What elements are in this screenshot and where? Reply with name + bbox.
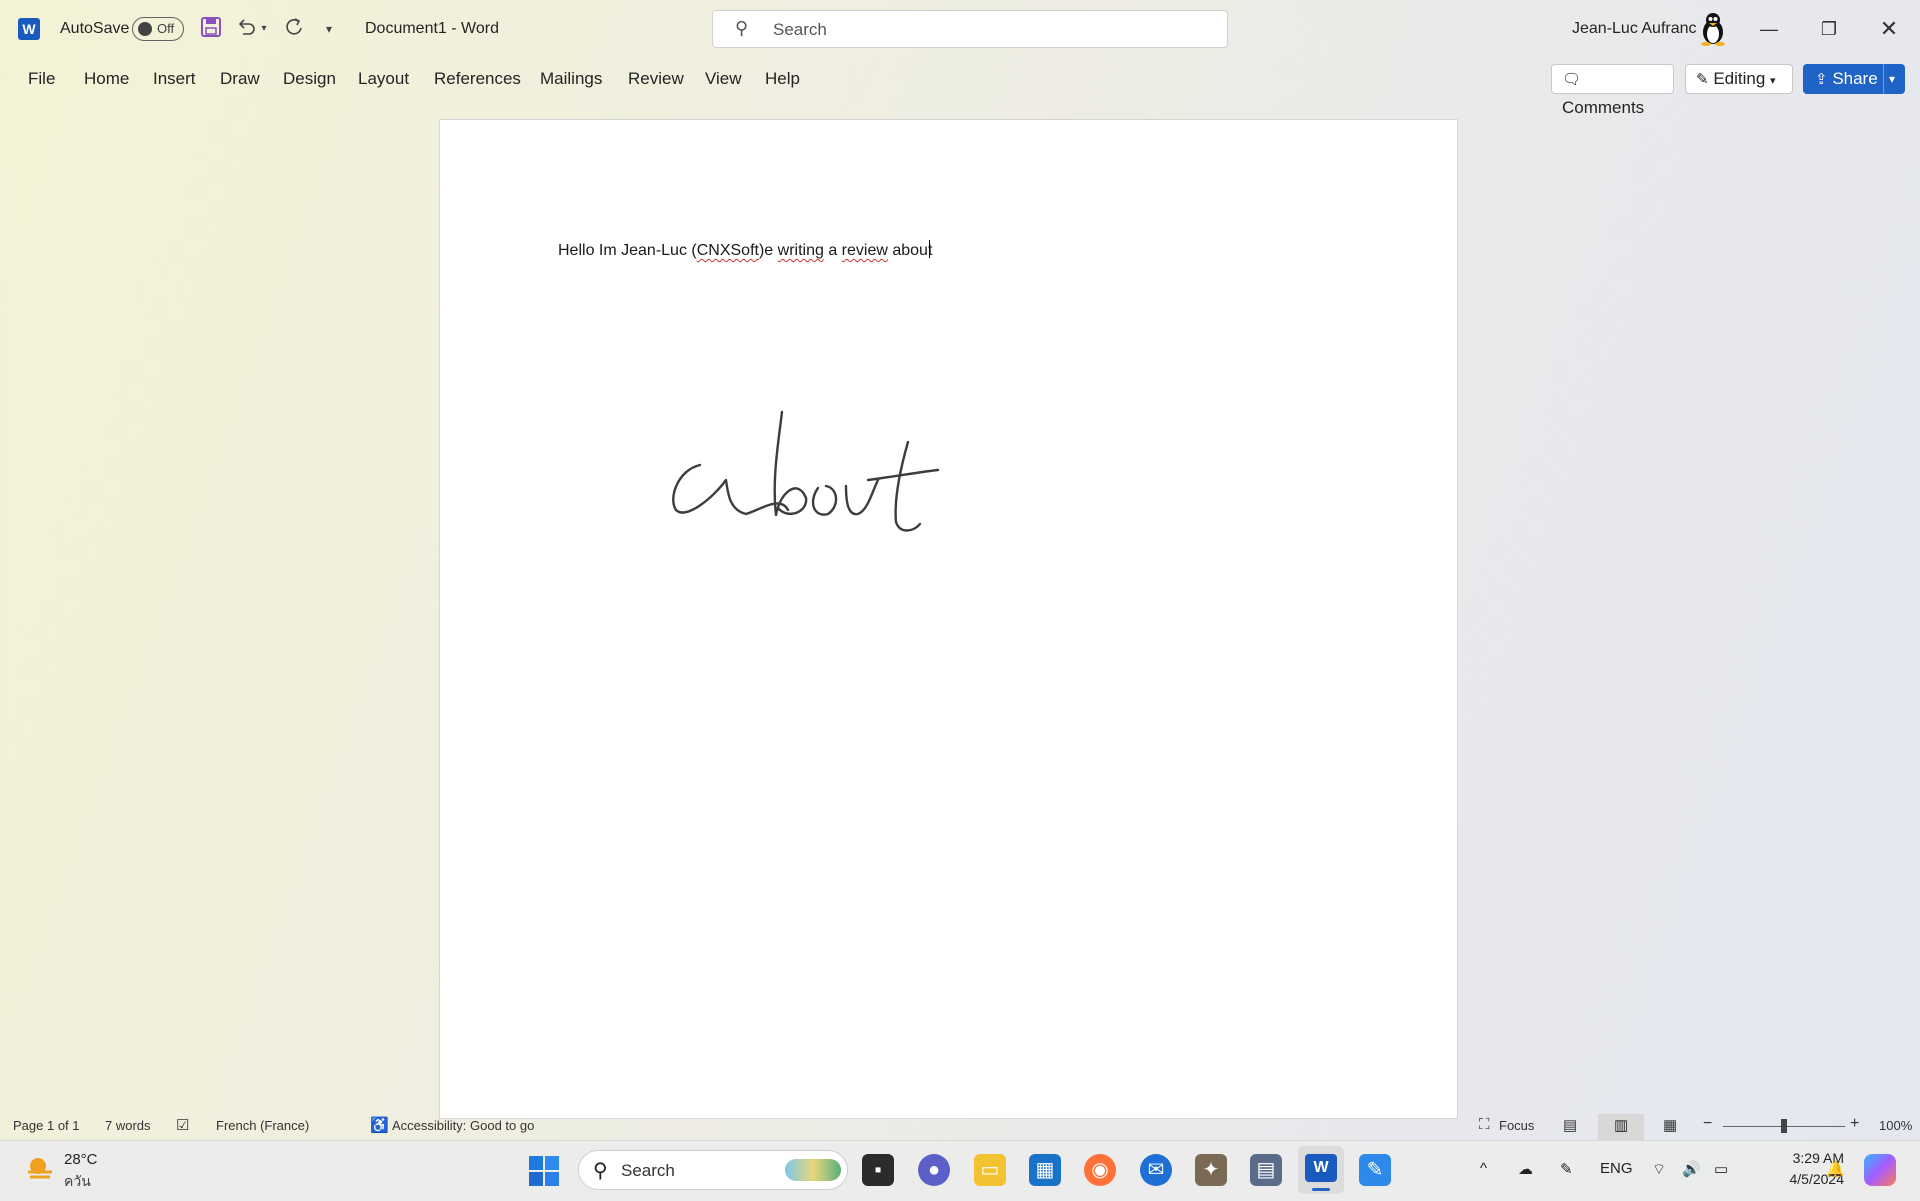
notifications-icon[interactable]: 🔔	[1826, 1160, 1845, 1178]
editing-mode-button[interactable]: ✎ Editing ▾	[1685, 64, 1793, 94]
autosave-state: Off	[157, 21, 175, 36]
share-icon: ⇪	[1815, 71, 1828, 88]
weather-temp[interactable]: 28°C	[64, 1151, 98, 1168]
zoom-in-icon[interactable]: +	[1850, 1115, 1859, 1133]
teams-chat-icon[interactable]: ●	[918, 1154, 950, 1186]
onedrive-icon[interactable]: ☁	[1518, 1160, 1533, 1178]
comment-icon: 🗨	[1562, 71, 1582, 88]
customize-qat-icon[interactable]: ▾	[316, 16, 342, 42]
tab-review[interactable]: Review	[628, 69, 684, 89]
avatar[interactable]	[1697, 12, 1729, 46]
page-count[interactable]: Page 1 of 1	[13, 1118, 80, 1133]
comments-label: Comments	[1562, 98, 1645, 117]
search-placeholder: Search	[773, 20, 827, 39]
text-segment: about	[887, 242, 933, 259]
firefox-icon[interactable]: ◉	[1084, 1154, 1116, 1186]
tab-draw[interactable]: Draw	[220, 69, 260, 89]
copilot-icon[interactable]	[1864, 1154, 1896, 1186]
language-status[interactable]: French (France)	[216, 1118, 309, 1133]
start-icon[interactable]	[528, 1155, 560, 1187]
search-icon: ⚲	[593, 1160, 608, 1182]
tab-help[interactable]: Help	[765, 69, 800, 89]
misspelled-word[interactable]: writing	[778, 242, 824, 259]
document-text-line[interactable]: Hello Im Jean-Luc (CNXSoft)e writing a r…	[558, 240, 933, 260]
share-label: Share	[1832, 69, 1878, 88]
user-name[interactable]: Jean-Luc Aufranc	[1572, 20, 1697, 38]
chevron-down-icon: ▾	[1770, 75, 1776, 87]
title-bar: W AutoSave Off ▾ ▾ Document1 - Word ⚲ Se…	[0, 0, 1920, 58]
undo-dropdown-icon[interactable]: ▾	[257, 16, 271, 42]
text-segment: )e	[758, 242, 778, 259]
search-input[interactable]: ⚲ Search	[712, 10, 1228, 48]
pen-menu-icon[interactable]: ✎	[1560, 1160, 1573, 1178]
file-explorer-icon[interactable]: ▭	[974, 1154, 1006, 1186]
print-layout-icon: ▥	[1614, 1117, 1629, 1134]
word-taskbar-button[interactable]: W	[1298, 1146, 1344, 1194]
text-segment: Hello Im Jean-Luc (	[558, 242, 697, 259]
proofing-icon[interactable]: ☑	[176, 1116, 189, 1134]
task-view-icon[interactable]: ▪	[862, 1154, 894, 1186]
zoom-slider-thumb[interactable]	[1781, 1119, 1787, 1133]
restore-icon[interactable]: ❐	[1809, 14, 1849, 44]
search-highlight-icon	[785, 1159, 841, 1181]
word-app-icon: W	[18, 18, 40, 40]
zoom-level[interactable]: 100%	[1879, 1118, 1912, 1133]
redo-icon[interactable]	[281, 16, 307, 42]
taskbar-search-input[interactable]: ⚲ Search	[578, 1150, 848, 1190]
autosave-label: AutoSave	[60, 20, 130, 37]
text-cursor	[929, 240, 931, 258]
input-language[interactable]: ENG	[1600, 1160, 1633, 1177]
zoom-out-icon[interactable]: −	[1703, 1115, 1712, 1133]
thunderbird-icon[interactable]: ✉	[1140, 1154, 1172, 1186]
print-layout-button[interactable]: ▥	[1598, 1114, 1644, 1140]
tab-mailings[interactable]: Mailings	[540, 69, 602, 89]
tab-design[interactable]: Design	[283, 69, 336, 89]
wifi-icon[interactable]: ⌔	[1652, 1160, 1666, 1179]
microsoft-store-icon[interactable]: ▦	[1029, 1154, 1061, 1186]
undo-icon[interactable]	[233, 16, 259, 42]
taskbar-search-placeholder: Search	[621, 1161, 675, 1180]
weather-description[interactable]: ควัน	[64, 1171, 91, 1193]
document-page[interactable]	[439, 119, 1458, 1119]
read-mode-icon[interactable]: ▤	[1563, 1116, 1577, 1134]
tab-references[interactable]: References	[434, 69, 521, 89]
share-button[interactable]: ⇪ Share ▾	[1803, 64, 1905, 94]
battery-icon[interactable]: ▭	[1714, 1160, 1728, 1178]
accessibility-status[interactable]: Accessibility: Good to go	[392, 1118, 534, 1133]
share-dropdown-icon[interactable]: ▾	[1889, 64, 1895, 94]
web-layout-icon[interactable]: ▦	[1663, 1116, 1677, 1134]
misspelled-word[interactable]: CNXSoft	[697, 242, 759, 259]
document-title: Document1 - Word	[365, 20, 499, 37]
tab-view[interactable]: View	[705, 69, 742, 89]
gimp-icon[interactable]: ✦	[1195, 1154, 1227, 1186]
comments-button[interactable]: 🗨 Comments	[1551, 64, 1674, 117]
tab-home[interactable]: Home	[84, 69, 129, 89]
calculator-icon[interactable]: ▤	[1250, 1154, 1282, 1186]
search-icon: ⚲	[735, 18, 749, 38]
autosave-toggle[interactable]: Off	[132, 17, 184, 41]
focus-mode[interactable]: Focus	[1499, 1118, 1534, 1133]
misspelled-word[interactable]: review	[842, 242, 888, 259]
pen-app-icon[interactable]: ✎	[1359, 1154, 1391, 1186]
tab-insert[interactable]: Insert	[153, 69, 196, 89]
save-icon[interactable]	[198, 16, 224, 42]
active-indicator	[1312, 1188, 1330, 1191]
word-count[interactable]: 7 words	[105, 1118, 151, 1133]
close-icon[interactable]: ✕	[1869, 14, 1909, 44]
share-separator	[1883, 64, 1884, 94]
handwritten-ink[interactable]: about	[668, 400, 948, 550]
tab-layout[interactable]: Layout	[358, 69, 409, 89]
volume-icon[interactable]: 🔊	[1682, 1160, 1701, 1178]
editing-label: Editing	[1713, 69, 1766, 88]
pen-icon: ✎	[1696, 71, 1709, 88]
minimize-icon[interactable]: —	[1749, 14, 1789, 44]
weather-icon	[24, 1152, 56, 1184]
tab-file[interactable]: File	[28, 69, 55, 89]
toggle-knob	[138, 22, 152, 36]
text-segment: a	[823, 242, 842, 259]
focus-icon: ⛶	[1479, 1116, 1490, 1133]
show-hidden-icons[interactable]: ^	[1480, 1160, 1487, 1177]
accessibility-icon: ♿	[370, 1117, 389, 1134]
word-icon: W	[1305, 1154, 1337, 1182]
